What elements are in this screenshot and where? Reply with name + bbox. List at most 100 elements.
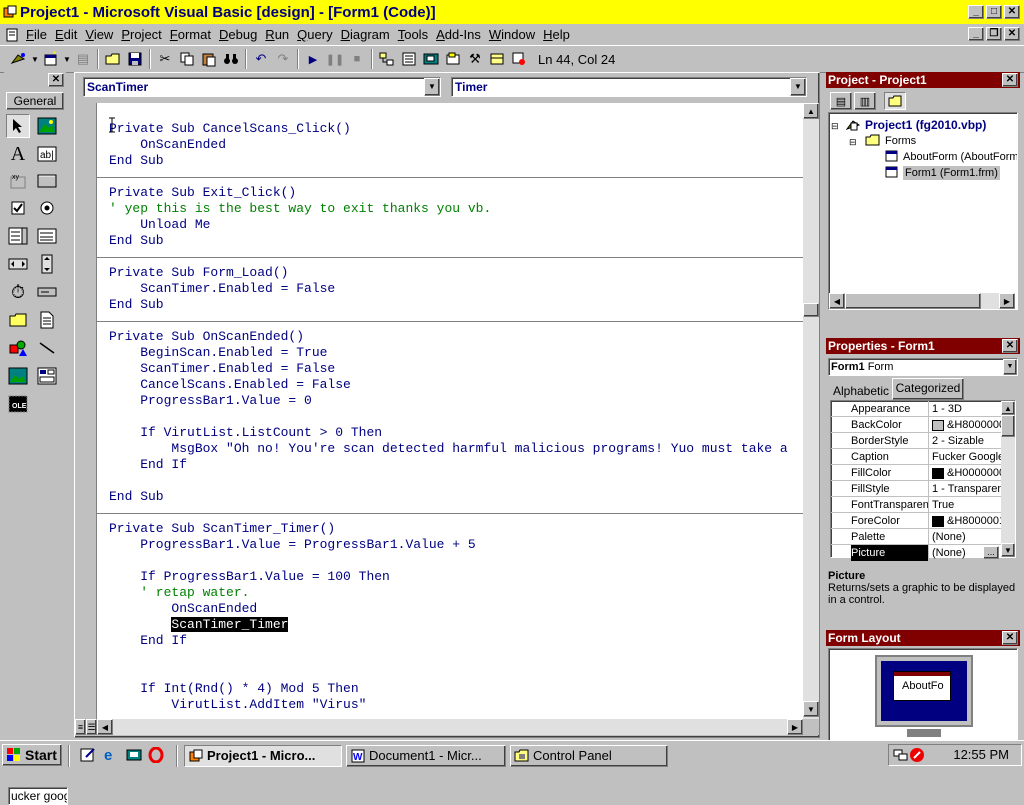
menu-add-ins[interactable]: Add-Ins bbox=[432, 27, 485, 42]
form-layout-titlebar[interactable]: Form Layout ✕ bbox=[826, 630, 1020, 646]
property-row[interactable]: Picture (None) bbox=[831, 545, 1001, 561]
save-project-icon[interactable] bbox=[124, 48, 146, 70]
internet-explorer-icon[interactable]: e bbox=[104, 747, 120, 764]
project-explorer-titlebar[interactable]: Project - Project1 ✕ bbox=[826, 72, 1020, 88]
close-button[interactable]: ✕ bbox=[1004, 5, 1020, 19]
toolbox-tab-general[interactable]: General bbox=[6, 92, 64, 110]
checkbox-tool-icon[interactable] bbox=[6, 196, 30, 220]
project-root[interactable]: Project1 (fg2010.vbp) bbox=[865, 118, 986, 132]
code-line[interactable]: Private Sub Exit_Click() bbox=[109, 185, 788, 201]
collapse-icon[interactable]: ⊟ bbox=[849, 135, 857, 149]
task-control-panel[interactable]: Control Panel bbox=[510, 745, 668, 767]
code-line[interactable]: ProgressBar1.Value = 0 bbox=[109, 393, 788, 409]
property-value[interactable]: (None) bbox=[932, 529, 1002, 545]
code-line[interactable]: End If bbox=[109, 633, 788, 649]
data-view-icon[interactable] bbox=[486, 48, 508, 70]
menu-edit[interactable]: Edit bbox=[51, 27, 81, 42]
menu-diagram[interactable]: Diagram bbox=[337, 27, 394, 42]
code-line[interactable] bbox=[109, 409, 788, 425]
menu-format[interactable]: Format bbox=[166, 27, 215, 42]
pointer-tool-icon[interactable] bbox=[6, 114, 30, 138]
frame-tool-icon[interactable]: xy bbox=[6, 169, 30, 193]
optionbutton-tool-icon[interactable] bbox=[35, 196, 59, 220]
cut-icon[interactable]: ✂ bbox=[154, 48, 176, 70]
scroll-thumb[interactable] bbox=[845, 293, 981, 309]
combobox-tool-icon[interactable] bbox=[6, 224, 30, 248]
undo-icon[interactable]: ↶ bbox=[250, 48, 272, 70]
property-value[interactable]: True bbox=[932, 497, 1002, 513]
add-form-icon[interactable]: * bbox=[40, 48, 62, 70]
component-manager-icon[interactable] bbox=[508, 48, 530, 70]
grid-vscrollbar[interactable]: ▲ ▼ bbox=[1001, 401, 1015, 557]
break-icon[interactable]: ❚❚ bbox=[324, 48, 346, 70]
property-row[interactable]: FillStyle 1 - Transparen bbox=[831, 481, 1002, 497]
code-line[interactable]: Private Sub CancelScans_Click() bbox=[109, 121, 788, 137]
maximize-button[interactable]: □ bbox=[986, 5, 1002, 19]
code-line[interactable]: ProgressBar1.Value = ProgressBar1.Value … bbox=[109, 537, 788, 553]
code-line[interactable]: Private Sub OnScanEnded() bbox=[109, 329, 788, 345]
code-line[interactable]: ' yep this is the best way to exit thank… bbox=[109, 201, 788, 217]
menu-query[interactable]: Query bbox=[293, 27, 336, 42]
drivelistbox-tool-icon[interactable] bbox=[35, 280, 59, 304]
start-icon[interactable]: ▶ bbox=[302, 48, 324, 70]
close-icon[interactable]: ✕ bbox=[1002, 339, 1018, 353]
chevron-down-icon[interactable]: ▼ bbox=[62, 48, 72, 70]
procedure-combo[interactable]: Timer ▼ bbox=[451, 77, 807, 97]
code-line[interactable]: ScanTimer.Enabled = False bbox=[109, 281, 788, 297]
object-selector[interactable]: Form1 Form ▼ bbox=[828, 358, 1018, 376]
margin-indicator-bar[interactable] bbox=[75, 103, 97, 719]
scroll-up-icon[interactable]: ▲ bbox=[803, 103, 819, 119]
title-bar[interactable]: Project1 - Microsoft Visual Basic [desig… bbox=[0, 0, 1024, 24]
hscrollbar-tool-icon[interactable] bbox=[6, 252, 30, 276]
close-icon[interactable]: ✕ bbox=[1002, 631, 1018, 645]
code-line[interactable]: OnScanEnded bbox=[109, 137, 788, 153]
line-tool-icon[interactable] bbox=[35, 336, 59, 360]
menu-view[interactable]: View bbox=[81, 27, 117, 42]
properties-titlebar[interactable]: Properties - Form1 ✕ bbox=[826, 338, 1020, 354]
code-line[interactable]: End If bbox=[109, 457, 788, 473]
vscrollbar-tool-icon[interactable] bbox=[35, 252, 59, 276]
code-line[interactable]: OnScanEnded bbox=[109, 601, 788, 617]
properties-window-icon[interactable] bbox=[398, 48, 420, 70]
ellipsis-button[interactable]: ... bbox=[983, 546, 999, 559]
object-browser-icon[interactable] bbox=[442, 48, 464, 70]
toggle-folders-icon[interactable] bbox=[884, 92, 906, 110]
code-line[interactable]: If ProgressBar1.Value = 100 Then bbox=[109, 569, 788, 585]
vertical-scrollbar[interactable]: ▲ ▼ bbox=[803, 103, 819, 719]
code-line[interactable]: If VirutList.ListCount > 0 Then bbox=[109, 425, 788, 441]
antivirus-icon[interactable] bbox=[909, 747, 925, 763]
collapse-icon[interactable]: ⊟ bbox=[831, 119, 839, 133]
code-line[interactable] bbox=[109, 665, 788, 681]
end-icon[interactable]: ■ bbox=[346, 48, 368, 70]
toolbox-icon[interactable]: ⚒ bbox=[464, 48, 486, 70]
property-value[interactable]: 1 - Transparen bbox=[932, 481, 1002, 497]
property-row[interactable]: BorderStyle 2 - Sizable bbox=[831, 433, 1001, 449]
add-project-icon[interactable] bbox=[8, 48, 30, 70]
scroll-down-icon[interactable]: ▼ bbox=[1001, 543, 1015, 557]
child-minimize-button[interactable]: _ bbox=[968, 27, 984, 41]
scroll-up-icon[interactable]: ▲ bbox=[1001, 401, 1015, 415]
menu-window[interactable]: Window bbox=[485, 27, 539, 42]
textbox-tool-icon[interactable]: ab| bbox=[35, 142, 59, 166]
toolbox-titlebar[interactable]: ✕ bbox=[4, 72, 66, 88]
property-value[interactable]: 1 - 3D bbox=[932, 401, 1002, 417]
filelistbox-tool-icon[interactable] bbox=[35, 308, 59, 332]
menu-debug[interactable]: Debug bbox=[215, 27, 261, 42]
property-value[interactable]: 2 - Sizable bbox=[932, 433, 1002, 449]
scroll-right-icon[interactable]: ▶ bbox=[999, 293, 1015, 309]
property-row[interactable]: Appearance 1 - 3D bbox=[831, 401, 1001, 417]
menu-editor-icon[interactable]: ▤ bbox=[72, 48, 94, 70]
menu-run[interactable]: Run bbox=[261, 27, 293, 42]
minimize-button[interactable]: _ bbox=[968, 5, 984, 19]
tab-categorized[interactable]: Categorized bbox=[892, 378, 964, 400]
close-icon[interactable]: ✕ bbox=[1002, 73, 1018, 87]
scroll-left-icon[interactable]: ◀ bbox=[97, 719, 113, 735]
property-value[interactable]: Fucker Google bbox=[932, 449, 1002, 465]
code-line[interactable] bbox=[109, 553, 788, 569]
code-line[interactable]: Unload Me bbox=[109, 217, 788, 233]
horizontal-scrollbar[interactable]: ◀ ▶ bbox=[97, 719, 803, 735]
code-line[interactable]: ScanTimer.Enabled = False bbox=[109, 361, 788, 377]
object-combo[interactable]: ScanTimer ▼ bbox=[83, 77, 441, 97]
clock[interactable]: 12:55 PM bbox=[953, 747, 1009, 762]
timer-tool-icon[interactable]: ⏱ bbox=[6, 280, 30, 304]
